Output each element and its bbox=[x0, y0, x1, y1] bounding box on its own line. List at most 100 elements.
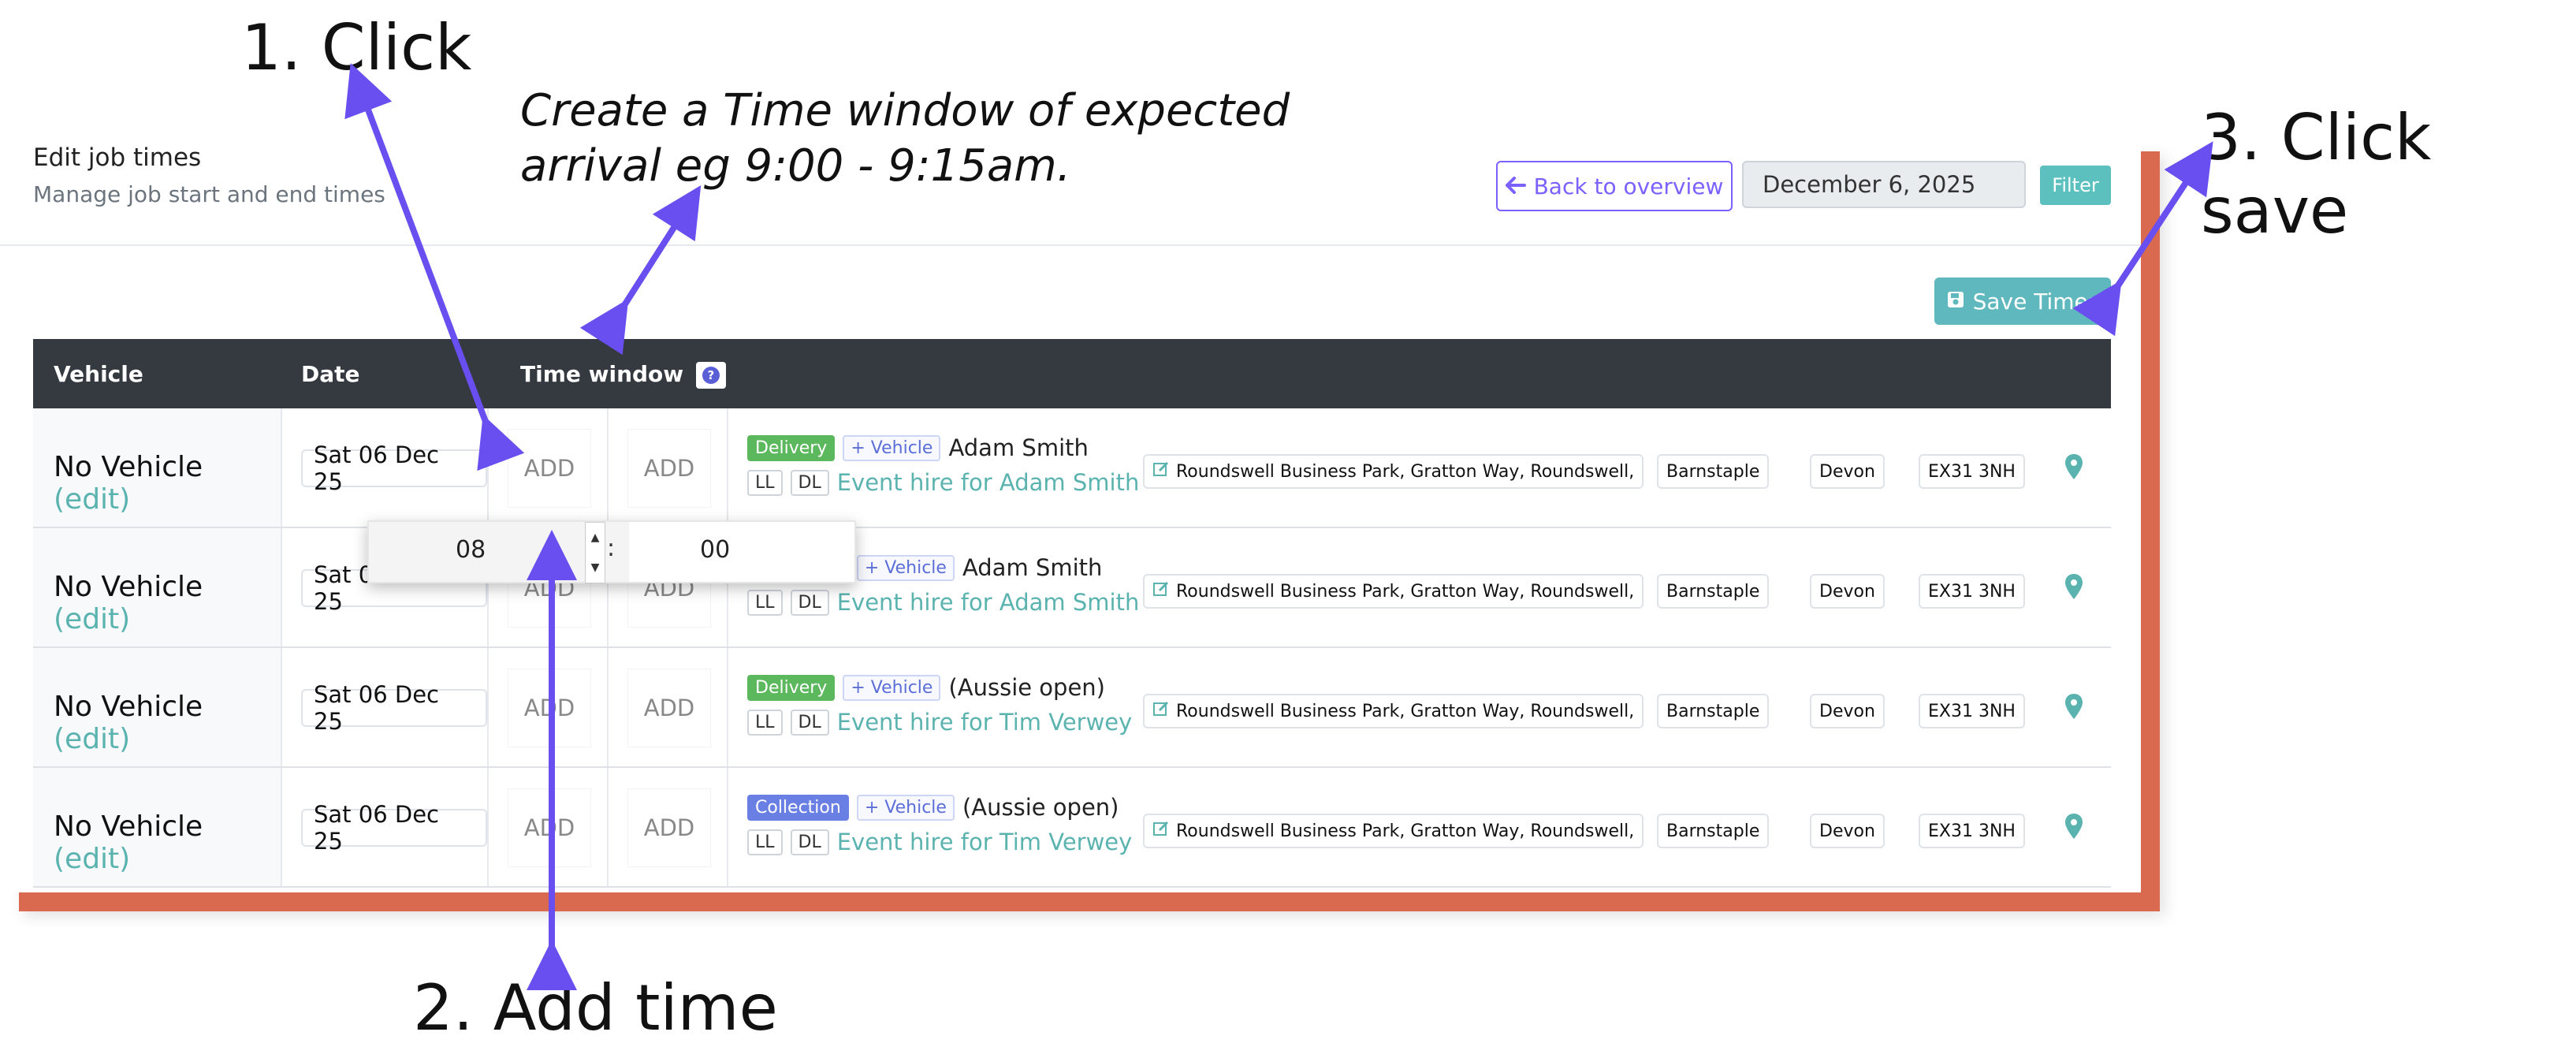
postcode-field: EX31 3NH bbox=[1919, 814, 2025, 848]
hour-spinner[interactable]: ▲ ▼ bbox=[585, 522, 605, 583]
filter-button[interactable]: Filter bbox=[2040, 166, 2111, 205]
customer-name: Adam Smith bbox=[948, 434, 1089, 461]
tag-dl: DL bbox=[790, 709, 829, 736]
date-cell: Sat 06 Dec 25 bbox=[282, 768, 489, 886]
increment-hour-button[interactable]: ▲ bbox=[586, 523, 605, 553]
vehicle-cell: No Vehicle (edit) bbox=[33, 408, 282, 527]
tag-ll: LL bbox=[747, 589, 783, 616]
county-field: Devon bbox=[1810, 574, 1885, 609]
annotation-note-line-2: arrival eg 9:00 - 9:15am. bbox=[520, 140, 1071, 192]
customer-name: Adam Smith bbox=[962, 554, 1103, 581]
date-cell: Sat 06 Dec 25 bbox=[282, 648, 489, 766]
county-field: Devon bbox=[1810, 454, 1885, 489]
vehicle-cell: No Vehicle (edit) bbox=[33, 528, 282, 646]
job-type-badge: Collection bbox=[747, 794, 849, 821]
vehicle-name: No Vehicle bbox=[54, 691, 203, 723]
address-field[interactable]: Roundswell Business Park, Gratton Way, R… bbox=[1143, 454, 1644, 489]
edit-vehicle-link[interactable]: (edit) bbox=[54, 723, 130, 755]
add-vehicle-button[interactable]: + Vehicle bbox=[856, 554, 955, 581]
address-field[interactable]: Roundswell Business Park, Gratton Way, R… bbox=[1143, 694, 1644, 728]
map-pin-icon[interactable] bbox=[2064, 572, 2084, 604]
add-vehicle-button[interactable]: + Vehicle bbox=[856, 794, 955, 821]
event-link[interactable]: Event hire for Tim Verwey bbox=[837, 709, 1133, 736]
decrement-hour-button[interactable]: ▼ bbox=[586, 553, 605, 583]
save-times-button[interactable]: Save Times bbox=[1934, 278, 2111, 325]
tag-ll: LL bbox=[747, 469, 783, 496]
event-link[interactable]: Event hire for Adam Smith bbox=[837, 469, 1140, 496]
vehicle-cell: No Vehicle (edit) bbox=[33, 768, 282, 886]
edit-icon bbox=[1152, 700, 1170, 722]
start-time-cell: ADD bbox=[489, 648, 609, 766]
county-field: Devon bbox=[1810, 814, 1885, 848]
annotation-step-3: 3. Click save bbox=[2201, 101, 2432, 248]
vehicle-name: No Vehicle bbox=[54, 571, 203, 603]
event-link[interactable]: Event hire for Adam Smith bbox=[837, 589, 1140, 616]
job-type-badge: Delivery bbox=[747, 674, 836, 701]
map-pin-icon[interactable] bbox=[2064, 692, 2084, 724]
save-times-label: Save Times bbox=[1972, 288, 2100, 315]
date-badge: Sat 06 Dec 25 bbox=[301, 441, 487, 495]
hour-input[interactable]: 08 bbox=[456, 536, 486, 564]
edit-job-times-card: Edit job times Manage job start and end … bbox=[0, 132, 2141, 892]
tag-dl: DL bbox=[790, 829, 829, 855]
date-badge: Sat 06 Dec 25 bbox=[301, 681, 487, 735]
tag-dl: DL bbox=[790, 589, 829, 616]
end-time-cell: ADD bbox=[609, 648, 728, 766]
question-help-icon[interactable]: ? bbox=[695, 362, 726, 389]
annotation-step-2: 2. Add time bbox=[413, 971, 778, 1045]
end-time-add-button[interactable]: ADD bbox=[627, 788, 711, 867]
end-time-cell: ADD bbox=[609, 768, 728, 886]
vehicle-name: No Vehicle bbox=[54, 451, 203, 483]
map-pin-icon[interactable] bbox=[2064, 812, 2084, 844]
edit-vehicle-link[interactable]: (edit) bbox=[54, 483, 130, 516]
minute-input-box[interactable] bbox=[629, 522, 854, 582]
end-time-cell: ADD bbox=[609, 408, 728, 527]
customer-name: (Aussie open) bbox=[948, 674, 1105, 701]
annotation-step-1: 1. Click bbox=[241, 11, 472, 84]
start-time-add-button[interactable]: ADD bbox=[508, 788, 591, 867]
address-field[interactable]: Roundswell Business Park, Gratton Way, R… bbox=[1143, 814, 1644, 848]
job-details: Delivery + Vehicle Adam Smith LL DL Even… bbox=[747, 432, 1173, 500]
date-input[interactable]: December 6, 2025 bbox=[1742, 161, 2026, 208]
address-text: Roundswell Business Park, Gratton Way, R… bbox=[1176, 461, 1635, 482]
postcode-field: EX31 3NH bbox=[1919, 574, 2025, 609]
add-vehicle-button[interactable]: + Vehicle bbox=[843, 434, 941, 461]
table-row: No Vehicle (edit) Sat 06 Dec 25 ADD ADD … bbox=[33, 528, 2111, 648]
address-field[interactable]: Roundswell Business Park, Gratton Way, R… bbox=[1143, 574, 1644, 609]
annotation-note-line-1: Create a Time window of expected bbox=[520, 85, 1290, 136]
page-subtitle: Manage job start and end times bbox=[33, 181, 385, 207]
table-header: Vehicle Date Time window ? bbox=[33, 339, 2111, 408]
floppy-disk-icon bbox=[1946, 289, 1965, 315]
edit-vehicle-link[interactable]: (edit) bbox=[54, 603, 130, 635]
start-time-cell: ADD bbox=[489, 768, 609, 886]
job-details: Delivery + Vehicle (Aussie open) LL DL E… bbox=[747, 672, 1173, 739]
event-link[interactable]: Event hire for Tim Verwey bbox=[837, 829, 1133, 855]
table-row: No Vehicle (edit) Sat 06 Dec 25 ADD ADD … bbox=[33, 648, 2111, 768]
time-picker-popup: 08 ▲ ▼ : 00 bbox=[367, 520, 856, 583]
time-window-label: Time window bbox=[520, 361, 684, 387]
start-time-cell: ADD bbox=[489, 408, 609, 527]
back-to-overview-button[interactable]: Back to overview bbox=[1496, 161, 1733, 211]
end-time-add-button[interactable]: ADD bbox=[627, 669, 711, 747]
edit-icon bbox=[1152, 460, 1170, 482]
town-field: Barnstaple bbox=[1657, 694, 1770, 728]
start-time-add-button[interactable]: ADD bbox=[508, 429, 591, 508]
town-field: Barnstaple bbox=[1657, 814, 1770, 848]
map-pin-icon[interactable] bbox=[2064, 453, 2084, 484]
time-separator: : bbox=[607, 535, 616, 562]
vehicle-name: No Vehicle bbox=[54, 810, 203, 843]
edit-vehicle-link[interactable]: (edit) bbox=[54, 843, 130, 875]
town-field: Barnstaple bbox=[1657, 454, 1770, 489]
page-title: Edit job times bbox=[33, 143, 202, 172]
tag-dl: DL bbox=[790, 469, 829, 496]
annotation-note: Create a Time window of expected arrival… bbox=[520, 84, 1290, 194]
edit-icon bbox=[1152, 820, 1170, 842]
county-field: Devon bbox=[1810, 694, 1885, 728]
column-header-time-window: Time window ? bbox=[520, 361, 726, 389]
table-row: No Vehicle (edit) Sat 06 Dec 25 ADD ADD … bbox=[33, 408, 2111, 528]
minute-input[interactable]: 00 bbox=[700, 536, 730, 564]
postcode-field: EX31 3NH bbox=[1919, 694, 2025, 728]
add-vehicle-button[interactable]: + Vehicle bbox=[843, 674, 941, 701]
end-time-add-button[interactable]: ADD bbox=[627, 429, 711, 508]
start-time-add-button[interactable]: ADD bbox=[508, 669, 591, 747]
